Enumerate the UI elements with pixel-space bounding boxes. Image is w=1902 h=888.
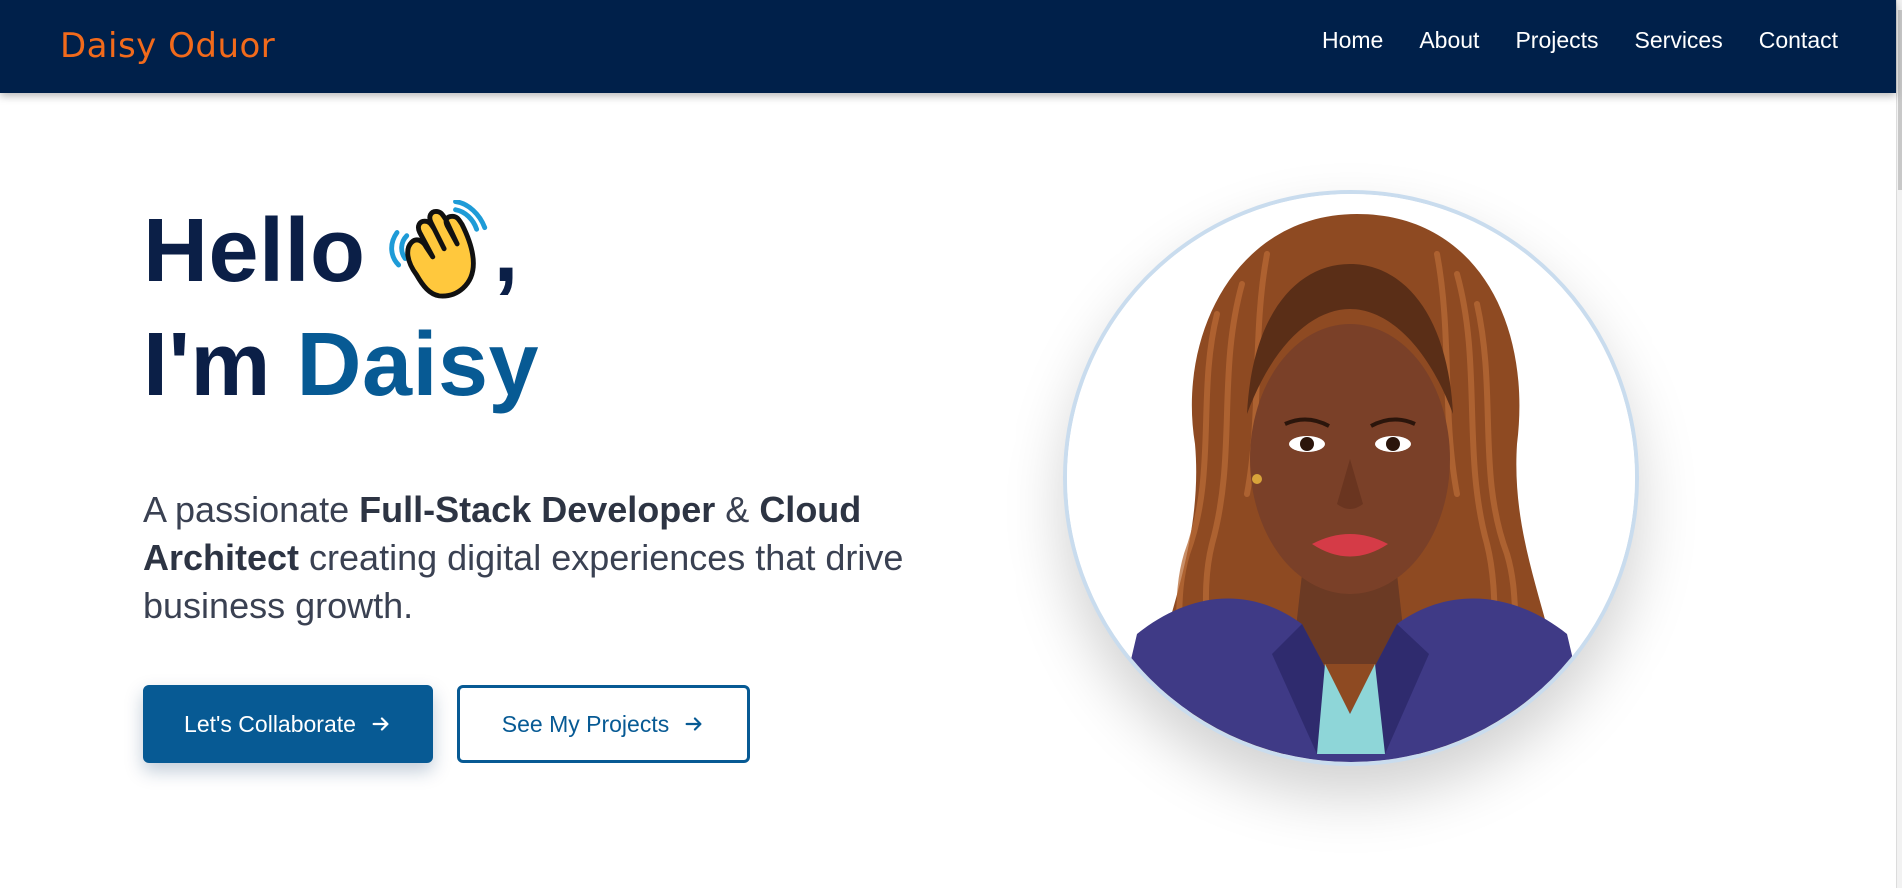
nav-link-home[interactable]: Home — [1322, 27, 1383, 53]
hero-cta-row: Let's Collaborate See My Projects — [143, 685, 750, 763]
see-projects-button[interactable]: See My Projects — [457, 685, 750, 763]
nav-item-about: About — [1419, 24, 1479, 56]
nav-item-contact: Contact — [1759, 24, 1838, 56]
hero-subtitle-role1: Full-Stack Developer — [359, 489, 716, 530]
collaborate-button[interactable]: Let's Collaborate — [143, 685, 433, 763]
nav-link-about[interactable]: About — [1419, 27, 1479, 53]
nav-link-services[interactable]: Services — [1635, 27, 1723, 53]
hero-intro: Hello , I'm Daisy A passionate Full-Stac… — [143, 194, 923, 630]
profile-photo-illustration — [1067, 194, 1635, 762]
hero-intro-prefix: I'm — [143, 315, 271, 415]
hero-greeting-line: Hello , — [143, 194, 923, 308]
nav-item-services: Services — [1635, 24, 1723, 56]
hero-name: Daisy — [296, 315, 540, 415]
hero-greeting-comma: , — [493, 201, 520, 301]
profile-photo — [1063, 190, 1639, 766]
hero-title: Hello , I'm Daisy — [143, 194, 923, 422]
waving-hand-icon — [388, 200, 487, 299]
navbar: Daisy Oduor Home About Projects Services… — [0, 0, 1896, 93]
hero-subtitle-part1: A passionate — [143, 489, 360, 530]
nav-link-projects[interactable]: Projects — [1515, 27, 1598, 53]
arrow-right-icon — [372, 717, 389, 731]
nav-links: Home About Projects Services Contact — [1322, 24, 1838, 56]
see-projects-button-label: See My Projects — [501, 710, 670, 737]
arrow-right-icon — [685, 717, 702, 731]
collaborate-button-label: Let's Collaborate — [184, 710, 356, 737]
hero-subtitle-part2: & — [715, 489, 760, 530]
nav-link-contact[interactable]: Contact — [1759, 27, 1838, 53]
hero-intro-line: I'm Daisy — [143, 308, 923, 422]
nav-item-home: Home — [1322, 24, 1383, 56]
hero-subtitle: A passionate Full-Stack Developer & Clou… — [143, 486, 923, 630]
page: Daisy Oduor Home About Projects Services… — [0, 0, 1902, 888]
hero-greeting: Hello — [143, 201, 366, 301]
scrollbar-thumb[interactable] — [1898, 10, 1902, 190]
brand-logo-link[interactable]: Daisy Oduor — [60, 26, 275, 66]
scrollbar[interactable] — [1896, 0, 1902, 888]
nav-item-projects: Projects — [1515, 24, 1598, 56]
